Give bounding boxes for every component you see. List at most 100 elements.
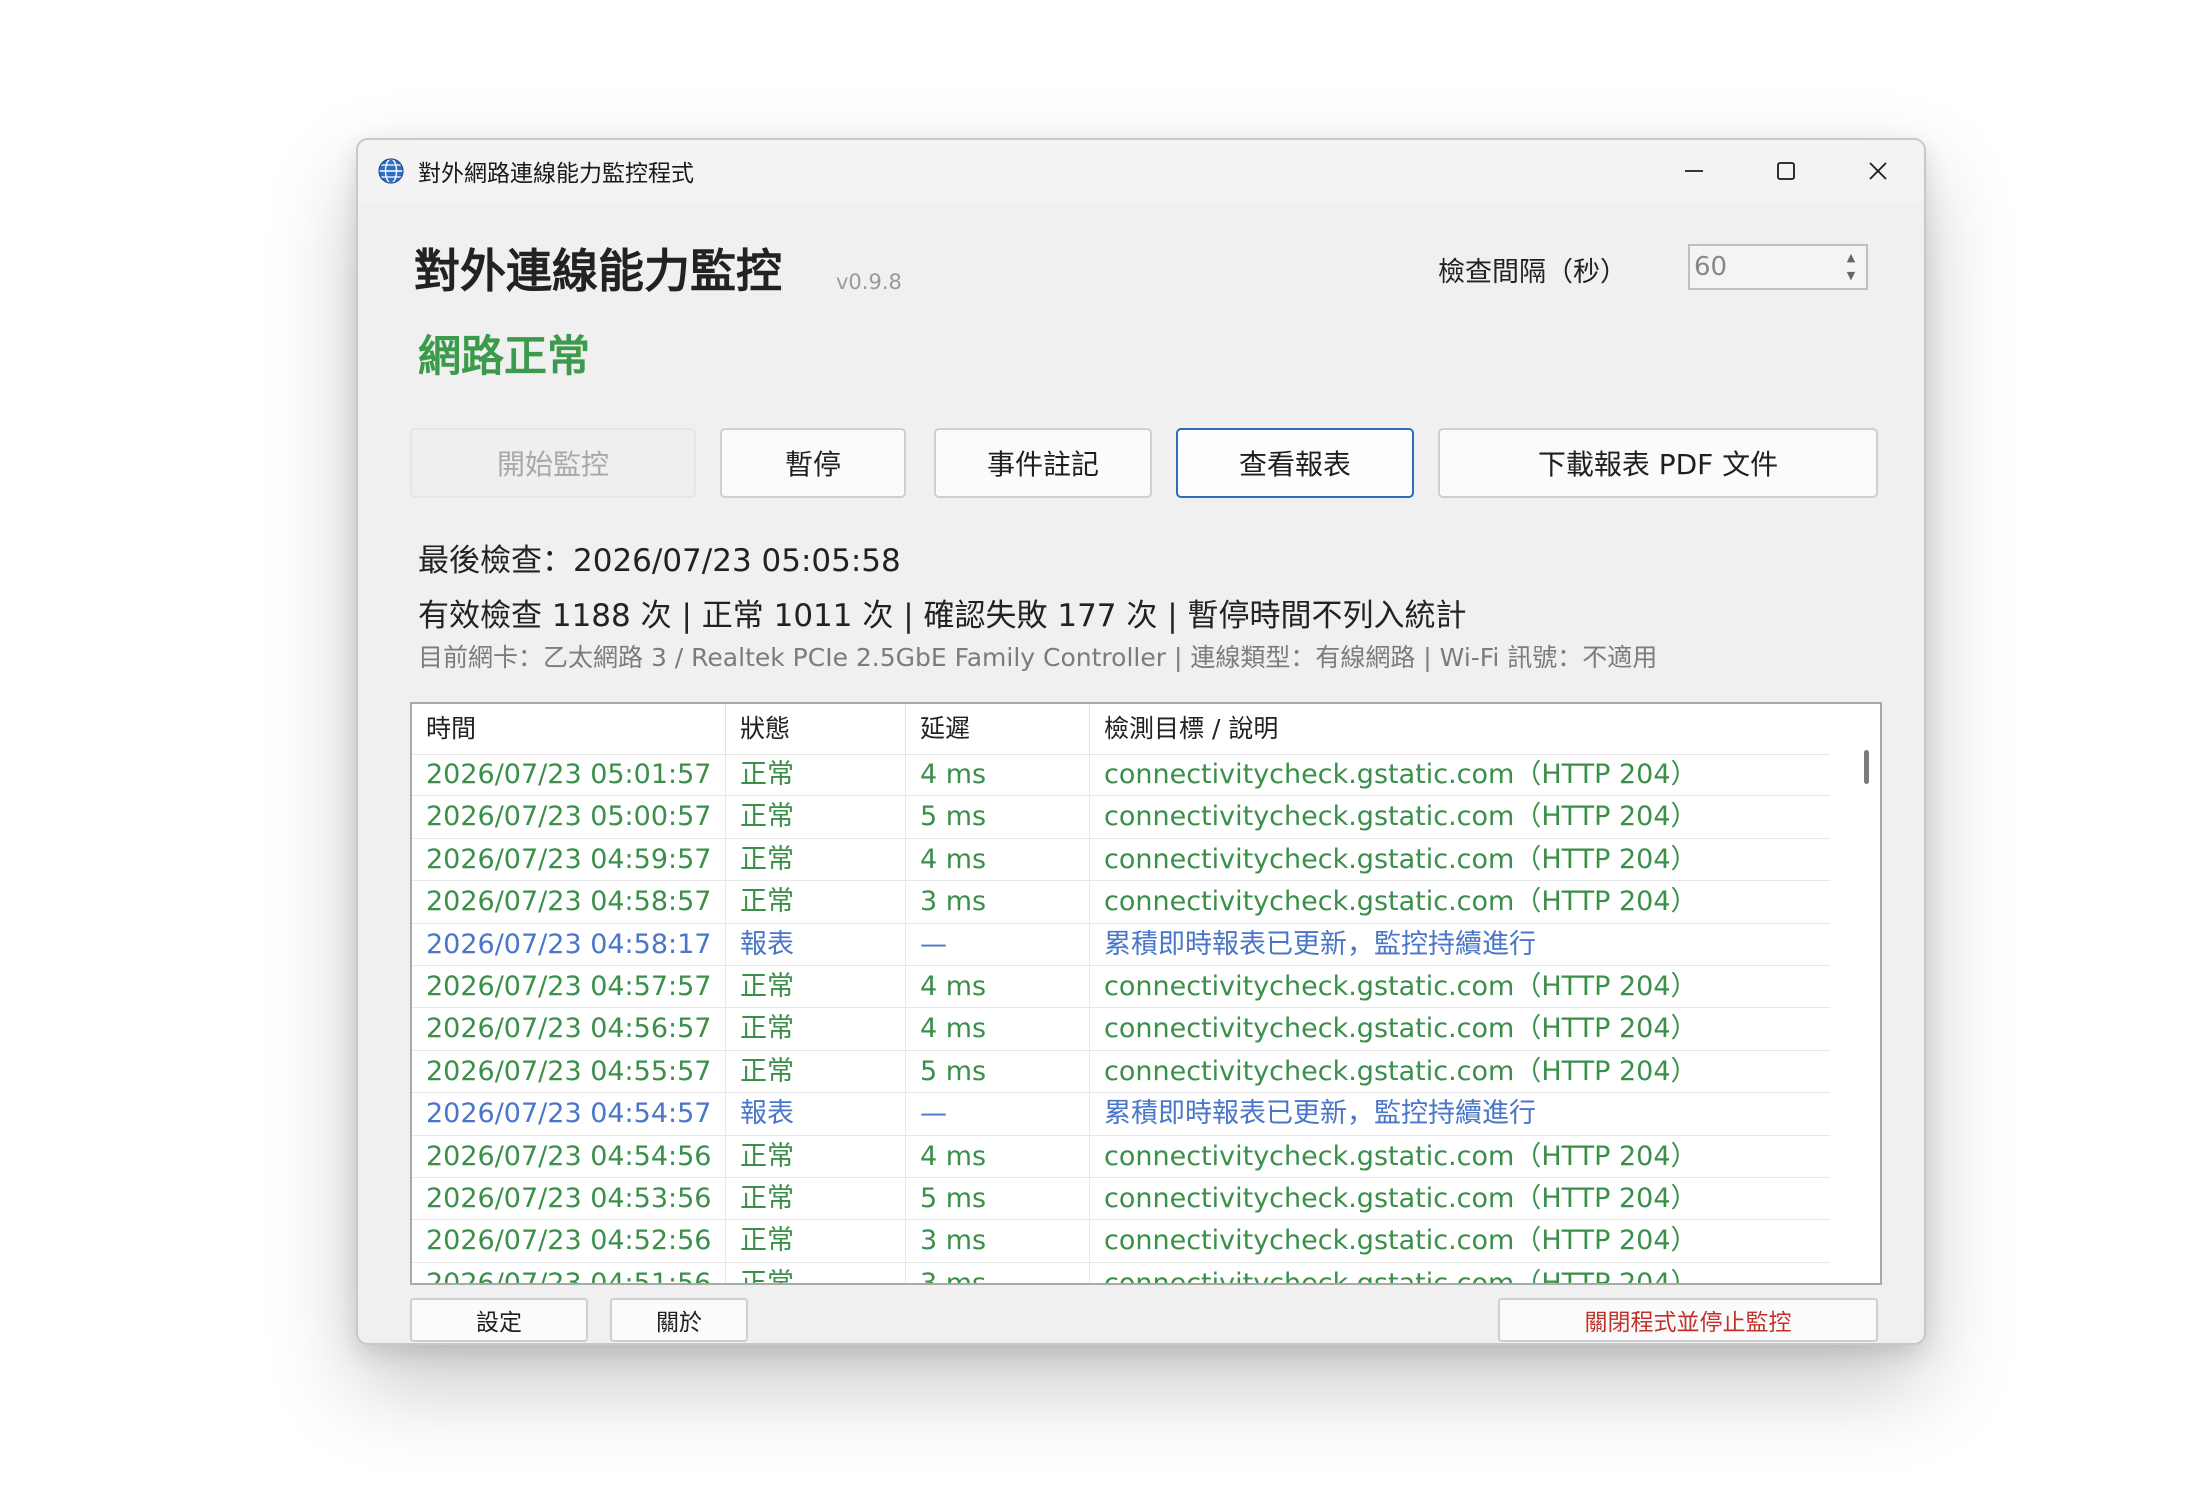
title-bar[interactable]: 對外網路連線能力監控程式 (358, 140, 1924, 202)
cell-time: 2026/07/23 04:51:56 (412, 1262, 726, 1283)
cell-latency: 3 ms (906, 1262, 1090, 1283)
table-row[interactable]: 2026/07/23 04:57:57 正常 4 ms connectivityche… (412, 965, 1832, 1009)
cell-description: connectivitycheck.gstatic.com（HTTP 204） (1090, 796, 1832, 839)
cell-latency: 5 ms (906, 796, 1090, 839)
minimize-icon (1685, 170, 1703, 172)
table-row[interactable]: 2026/07/23 04:51:56 正常 3 ms connectivityche… (412, 1262, 1832, 1283)
table-row[interactable]: 2026/07/23 04:58:57 正常 3 ms connectivityche… (412, 881, 1832, 924)
download-pdf-button[interactable]: 下載報表 PDF 文件 (1438, 428, 1878, 498)
cell-time: 2026/07/23 04:54:56 (412, 1135, 726, 1178)
minimize-button[interactable] (1648, 140, 1740, 202)
table-row[interactable]: 2026/07/23 04:59:57 正常 4 ms connectivityche… (412, 838, 1832, 882)
about-button[interactable]: 關於 (610, 1298, 748, 1342)
spin-down-icon[interactable]: ▼ (1842, 268, 1860, 284)
column-header-latency[interactable]: 延遲 (906, 704, 1090, 754)
cell-time: 2026/07/23 04:59:57 (412, 838, 726, 881)
cell-latency: 4 ms (906, 838, 1090, 881)
cell-description: connectivitycheck.gstatic.com（HTTP 204） (1090, 1135, 1832, 1178)
cell-time: 2026/07/23 04:55:57 (412, 1050, 726, 1093)
cell-latency: — (906, 1093, 1090, 1136)
table-row[interactable]: 2026/07/23 04:56:57 正常 4 ms connectivityche… (412, 1008, 1832, 1051)
cell-latency: 3 ms (906, 1220, 1090, 1263)
cell-state: 正常 (726, 1262, 906, 1283)
cell-latency: 3 ms (906, 881, 1090, 924)
cell-description: connectivitycheck.gstatic.com（HTTP 204） (1090, 754, 1832, 796)
maximize-icon (1777, 162, 1795, 180)
cell-description: connectivitycheck.gstatic.com（HTTP 204） (1090, 1008, 1832, 1051)
close-app-button[interactable]: 關閉程式並停止監控 (1498, 1298, 1878, 1342)
table-row[interactable]: 2026/07/23 04:54:57 報表 — 累積即時報表已更新，監控持續進行 (412, 1093, 1832, 1136)
stats-text: 有效檢查 1188 次 | 正常 1011 次 | 確認失敗 177 次 | 暫… (418, 598, 1467, 634)
column-header-description[interactable]: 檢測目標 / 說明 (1090, 704, 1832, 754)
adapter-info: 目前網卡：乙太網路 3 / Realtek PCIe 2.5GbE Family… (418, 643, 1658, 672)
table-row[interactable]: 2026/07/23 04:54:56 正常 4 ms connectivityche… (412, 1135, 1832, 1178)
cell-state: 報表 (726, 1093, 906, 1136)
view-report-button[interactable]: 查看報表 (1176, 428, 1414, 498)
window-title: 對外網路連線能力監控程式 (418, 161, 694, 187)
cell-state: 正常 (726, 1220, 906, 1263)
cell-state: 正常 (726, 838, 906, 881)
cell-state: 正常 (726, 1135, 906, 1178)
close-window-button[interactable] (1832, 140, 1924, 202)
maximize-button[interactable] (1740, 140, 1832, 202)
cell-state: 正常 (726, 965, 906, 1008)
cell-time: 2026/07/23 04:56:57 (412, 1008, 726, 1051)
version-label: v0.9.8 (836, 270, 902, 294)
cell-time: 2026/07/23 04:57:57 (412, 965, 726, 1008)
cell-time: 2026/07/23 04:58:57 (412, 881, 726, 924)
interval-value[interactable]: 60 (1694, 252, 1727, 282)
cell-time: 2026/07/23 04:52:56 (412, 1220, 726, 1263)
cell-latency: 4 ms (906, 965, 1090, 1008)
start-monitor-button[interactable]: 開始監控 (410, 428, 696, 498)
cell-description: connectivitycheck.gstatic.com（HTTP 204） (1090, 1262, 1832, 1283)
cell-time: 2026/07/23 05:00:57 (412, 796, 726, 839)
network-status: 網路正常 (418, 332, 590, 382)
table-row[interactable]: 2026/07/23 04:58:17 報表 — 累積即時報表已更新，監控持續進行 (412, 923, 1832, 966)
settings-button[interactable]: 設定 (410, 1298, 588, 1342)
app-window: 對外網路連線能力監控程式 對外連線能力監控 v0.9.8 網路正常 檢查間隔（秒… (356, 138, 1926, 1345)
column-header-state[interactable]: 狀態 (726, 704, 906, 754)
cell-description: 累積即時報表已更新，監控持續進行 (1090, 1093, 1832, 1136)
last-check-text: 最後檢查：2026/07/23 05:05:58 (418, 543, 901, 579)
cell-description: connectivitycheck.gstatic.com（HTTP 204） (1090, 965, 1832, 1008)
cell-state: 正常 (726, 754, 906, 796)
table-body: 2026/07/23 05:01:57 正常 4 ms connectivityche… (412, 754, 1832, 1283)
cell-state: 正常 (726, 1008, 906, 1051)
scroll-thumb[interactable] (1864, 750, 1869, 784)
cell-description: connectivitycheck.gstatic.com（HTTP 204） (1090, 1050, 1832, 1093)
cell-state: 正常 (726, 1050, 906, 1093)
cell-description: connectivitycheck.gstatic.com（HTTP 204） (1090, 838, 1832, 881)
vertical-scrollbar[interactable] (1830, 704, 1880, 1283)
cell-latency: — (906, 923, 1090, 966)
table-header: 時間 狀態 延遲 檢測目標 / 說明 (412, 704, 1832, 755)
cell-time: 2026/07/23 04:54:57 (412, 1093, 726, 1136)
cell-time: 2026/07/23 04:53:56 (412, 1177, 726, 1220)
table-row[interactable]: 2026/07/23 04:55:57 正常 5 ms connectivityche… (412, 1050, 1832, 1094)
cell-description: connectivitycheck.gstatic.com（HTTP 204） (1090, 881, 1832, 924)
table-row[interactable]: 2026/07/23 05:00:57 正常 5 ms connectivityche… (412, 796, 1832, 839)
event-note-button[interactable]: 事件註記 (934, 428, 1152, 498)
cell-time: 2026/07/23 05:01:57 (412, 754, 726, 796)
spin-up-icon[interactable]: ▲ (1842, 250, 1860, 266)
cell-state: 正常 (726, 796, 906, 839)
cell-state: 報表 (726, 923, 906, 966)
cell-latency: 4 ms (906, 754, 1090, 796)
event-log-table[interactable]: 時間 狀態 延遲 檢測目標 / 說明 2026/07/23 05:01:57 正常… (410, 702, 1882, 1285)
cell-latency: 5 ms (906, 1177, 1090, 1220)
table-row[interactable]: 2026/07/23 04:53:56 正常 5 ms connectivityche… (412, 1177, 1832, 1221)
page-title: 對外連線能力監控 (414, 244, 782, 298)
cell-description: connectivitycheck.gstatic.com（HTTP 204） (1090, 1220, 1832, 1263)
table-row[interactable]: 2026/07/23 05:01:57 正常 4 ms connectivityche… (412, 754, 1832, 797)
pause-button[interactable]: 暫停 (720, 428, 906, 498)
interval-stepper[interactable]: 60 ▲ ▼ (1688, 244, 1868, 290)
column-header-time[interactable]: 時間 (412, 704, 726, 754)
table-row[interactable]: 2026/07/23 04:52:56 正常 3 ms connectivityche… (412, 1220, 1832, 1263)
cell-time: 2026/07/23 04:58:17 (412, 923, 726, 966)
close-icon (1869, 162, 1887, 180)
cell-latency: 5 ms (906, 1050, 1090, 1093)
cell-state: 正常 (726, 1177, 906, 1220)
cell-latency: 4 ms (906, 1135, 1090, 1178)
interval-label: 檢查間隔（秒） (1438, 257, 1627, 288)
cell-latency: 4 ms (906, 1008, 1090, 1051)
cell-description: 累積即時報表已更新，監控持續進行 (1090, 923, 1832, 966)
